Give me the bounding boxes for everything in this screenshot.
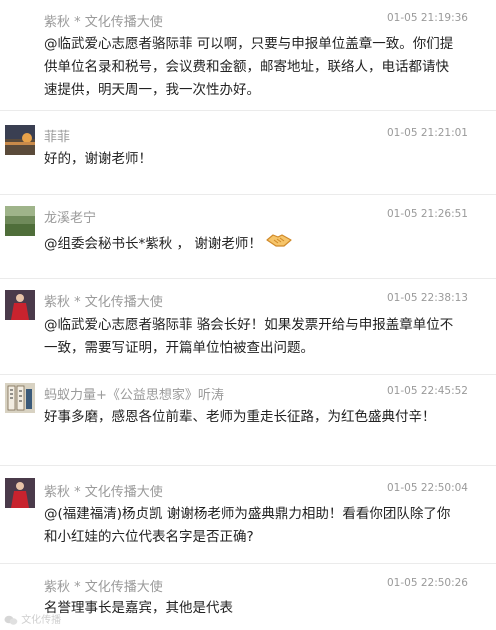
sender-name[interactable]: 龙溪老宁 [44, 207, 96, 226]
sender-name[interactable]: 紫秋 * 文化传播大使 [44, 576, 163, 595]
avatar[interactable] [5, 478, 35, 508]
avatar[interactable] [5, 125, 35, 155]
message-text: @临武爱心志愿者骆际菲 可以啊，只要与申报单位盖章一致。你们提供单位名录和税号，… [44, 36, 454, 98]
message-text-body: @组委会秘书长*紫秋 ， 谢谢老师！ [44, 236, 262, 252]
chat-message: 紫秋 * 文化传播大使 01-05 22:38:13 @临武爱心志愿者骆际菲 骆… [0, 279, 496, 374]
watermark: 文化传播 [4, 611, 61, 626]
handshake-icon [266, 231, 292, 257]
message-text: 好的，谢谢老师！ [44, 151, 152, 167]
sender-name[interactable]: 蚂蚁力量+《公益思想家》听涛 [44, 384, 224, 403]
chat-message: 龙溪老宁 01-05 21:26:51 @组委会秘书长*紫秋 ， 谢谢老师！ [0, 195, 496, 278]
message-time: 01-05 22:45:52 [386, 385, 468, 397]
message-text: 名誉理事长是嘉宾，其他是代表 [44, 600, 233, 616]
sender-name[interactable]: 菲菲 [44, 126, 70, 145]
sender-name[interactable]: 紫秋 * 文化传播大使 [44, 291, 163, 310]
wechat-icon [4, 615, 18, 625]
sender-name[interactable]: 紫秋 * 文化传播大使 [44, 481, 163, 500]
message-time: 01-05 22:50:26 [386, 577, 468, 589]
sender-name[interactable]: 紫秋 * 文化传播大使 [44, 11, 163, 30]
message-text: 好事多磨，感恩各位前辈、老师为重走长征路，为红色盛典付辛！ [44, 409, 436, 425]
message-text: @组委会秘书长*紫秋 ， 谢谢老师！ [44, 231, 454, 257]
watermark-text: 文化传播 [21, 615, 62, 626]
message-time: 01-05 21:19:36 [386, 12, 468, 24]
chat-message: 紫秋 * 文化传播大使 01-05 22:50:26 名誉理事长是嘉宾，其他是代… [0, 564, 496, 630]
message-text: @临武爱心志愿者骆际菲 骆会长好！如果发票开给与申报盖章单位不一致，需要写证明，… [44, 317, 454, 356]
message-time: 01-05 21:21:01 [386, 127, 468, 139]
chat-message: 紫秋 * 文化传播大使 01-05 22:50:04 @(福建福清)杨贞凯 谢谢… [0, 466, 496, 563]
message-time: 01-05 22:38:13 [386, 292, 468, 304]
avatar[interactable] [5, 290, 35, 320]
chat-message: 菲菲 01-05 21:21:01 好的，谢谢老师！ [0, 111, 496, 194]
message-text: @(福建福清)杨贞凯 谢谢杨老师为盛典鼎力相助！看看你团队除了你和小红娃的六位代… [44, 506, 451, 545]
chat-message: 蚂蚁力量+《公益思想家》听涛 01-05 22:45:52 好事多磨，感恩各位前… [0, 375, 496, 465]
message-time: 01-05 22:50:04 [386, 482, 468, 494]
avatar[interactable] [5, 383, 35, 413]
message-time: 01-05 21:26:51 [386, 208, 468, 220]
avatar[interactable] [5, 206, 35, 236]
chat-message: 紫秋 * 文化传播大使 01-05 21:19:36 @临武爱心志愿者骆际菲 可… [0, 0, 496, 110]
